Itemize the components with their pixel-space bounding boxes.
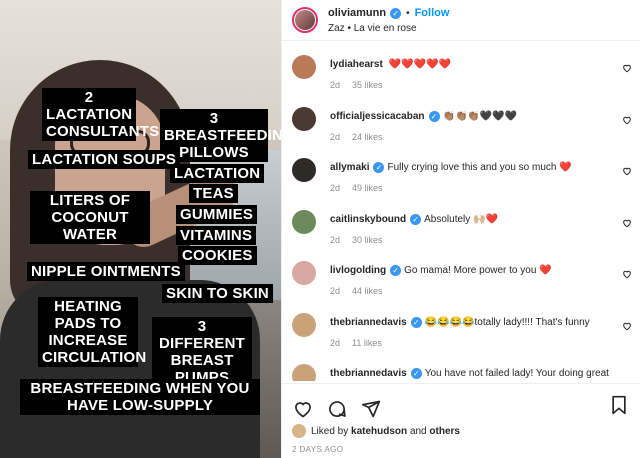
verified-icon: ✓	[373, 162, 385, 173]
comment-list[interactable]: lydiahearst ❤️❤️❤️❤️❤️ 2d 35 likes officia…	[282, 41, 640, 381]
comment-item: lydiahearst ❤️❤️❤️❤️❤️ 2d 35 likes	[282, 41, 640, 93]
comment-text: 😂😂😂😂totally lady!!!! That's funny	[424, 316, 590, 328]
caption-nipple-ointments: NIPPLE OINTMENTS	[27, 262, 185, 281]
small-heart-icon[interactable]	[622, 166, 632, 176]
caption-teas: TEAS	[189, 184, 238, 203]
liked-by: Liked by katehudson and others	[282, 424, 640, 438]
comment-username[interactable]: officialjessicacaban	[330, 111, 425, 122]
instagram-post-view: 2 LACTATION CONSULTANTS 3 BREASTFEEDING …	[0, 0, 640, 458]
author-username[interactable]: oliviamunn	[328, 7, 386, 19]
caption-heating-pads: HEATING PADS TO INCREASE CIRCULATION	[38, 297, 146, 367]
comment-likes[interactable]: 44 likes	[352, 286, 383, 296]
caption-gummies: GUMMIES	[176, 205, 258, 224]
comment-username[interactable]: livlogolding	[330, 265, 386, 276]
comment-username[interactable]: caitlinskybound	[330, 214, 406, 225]
caption-vitamins: VITAMINS	[176, 226, 257, 245]
caption-coconut-water: LITERS OF COCONUT WATER	[30, 191, 150, 244]
comment-item: livlogolding ✓ Go mama! More power to you …	[282, 247, 640, 299]
comment-username[interactable]: lydiahearst	[330, 59, 383, 70]
comment-likes[interactable]: 30 likes	[352, 235, 383, 245]
comment-text: Absolutely 🙌🏼❤️	[424, 213, 498, 225]
post-details-panel: oliviamunn ✓ • Follow Zaz • La vie en ro…	[281, 0, 640, 458]
comment-item: officialjessicacaban ✓ 👏🏽👏🏽👏🏽🖤🖤🖤 2d 24 like…	[282, 93, 640, 145]
caption-lactation-consultants: 2 LACTATION CONSULTANTS	[42, 88, 159, 141]
comment-avatar[interactable]	[292, 55, 316, 79]
comment-username[interactable]: thebriannedavis	[330, 317, 407, 328]
share-icon[interactable]	[360, 398, 382, 420]
small-heart-icon[interactable]	[622, 321, 632, 331]
comment-avatar[interactable]	[292, 312, 316, 337]
liked-by-and: and	[409, 425, 427, 437]
comment-icon[interactable]	[326, 398, 348, 420]
liked-by-avatar[interactable]	[292, 424, 306, 438]
verified-icon: ✓	[410, 368, 422, 379]
liked-by-others[interactable]: others	[429, 426, 460, 437]
follow-button[interactable]: Follow	[415, 7, 450, 19]
comment-avatar[interactable]	[292, 209, 316, 234]
comment-age[interactable]: 2d	[330, 80, 340, 90]
comment-text: 👏🏽👏🏽👏🏽🖤🖤🖤	[442, 110, 518, 122]
comment-age[interactable]: 2d	[330, 183, 340, 193]
audio-track[interactable]: Zaz • La vie en rose	[328, 23, 449, 34]
caption-lactation: LACTATION	[170, 164, 265, 183]
comment-text: ❤️❤️❤️❤️❤️	[388, 59, 452, 70]
post-header: oliviamunn ✓ • Follow Zaz • La vie en ro…	[282, 0, 640, 41]
comment-item: thebriannedavis ✓ 😂😂😂😂totally lady!!!! Tha…	[282, 299, 640, 351]
liked-by-user[interactable]: katehudson	[351, 426, 407, 437]
caption-breast-pumps: 3 DIFFERENT BREAST PUMPS	[152, 317, 252, 387]
verified-icon: ✓	[390, 265, 402, 276]
small-heart-icon[interactable]	[622, 63, 632, 73]
verified-icon: ✓	[410, 316, 422, 328]
bookmark-icon[interactable]	[608, 394, 630, 416]
caption-lactation-soups: LACTATION SOUPS	[28, 150, 181, 169]
verified-icon: ✓	[390, 7, 402, 19]
comment-item: allymaki ✓ Fully crying love this and you …	[282, 144, 640, 196]
comment-likes[interactable]: 24 likes	[352, 132, 383, 142]
comment-text: You have not failed lady! Your doing gre…	[424, 368, 609, 379]
heart-icon[interactable]	[292, 398, 314, 420]
comment-age[interactable]: 2d	[330, 235, 340, 245]
comment-age[interactable]: 2d	[330, 286, 340, 296]
comment-username[interactable]: allymaki	[330, 162, 369, 173]
small-heart-icon[interactable]	[622, 269, 632, 279]
author-avatar[interactable]	[292, 7, 318, 33]
post-actions: Liked by katehudson and others 2 DAYS AG…	[282, 383, 640, 458]
small-heart-icon[interactable]	[622, 115, 632, 125]
verified-icon: ✓	[428, 110, 440, 122]
comment-age[interactable]: 2d	[330, 338, 340, 348]
caption-skin-to-skin: SKIN TO SKIN	[162, 284, 273, 303]
liked-by-prefix: Liked by	[311, 425, 349, 437]
comment-age[interactable]: 2d	[330, 132, 340, 142]
comment-username[interactable]: thebriannedavis	[330, 368, 407, 379]
comment-item: thebriannedavis ✓ You have not failed lady…	[282, 350, 640, 381]
separator-dot: •	[406, 7, 410, 19]
caption-low-supply: BREASTFEEDING WHEN YOU HAVE LOW-SUPPLY	[20, 379, 260, 415]
comment-item: caitlinskybound ✓ Absolutely 🙌🏼❤️ 2d 30 lik…	[282, 196, 640, 248]
comment-avatar[interactable]	[292, 158, 316, 182]
comment-avatar[interactable]	[292, 106, 316, 131]
verified-icon: ✓	[410, 213, 422, 225]
comment-likes[interactable]: 11 likes	[352, 338, 382, 348]
posted-time[interactable]: 2 DAYS AGO	[282, 445, 640, 454]
comment-avatar[interactable]	[292, 364, 316, 381]
comment-text: Go mama! More power to you ❤️	[404, 265, 552, 276]
comment-likes[interactable]: 49 likes	[352, 183, 383, 193]
comment-text: Fully crying love this and you so much ❤…	[387, 162, 572, 173]
small-heart-icon[interactable]	[622, 218, 632, 228]
caption-cookies: COOKIES	[178, 246, 257, 265]
post-media[interactable]: 2 LACTATION CONSULTANTS 3 BREASTFEEDING …	[0, 0, 281, 458]
comment-likes[interactable]: 35 likes	[352, 80, 383, 90]
comment-avatar[interactable]	[292, 261, 316, 285]
